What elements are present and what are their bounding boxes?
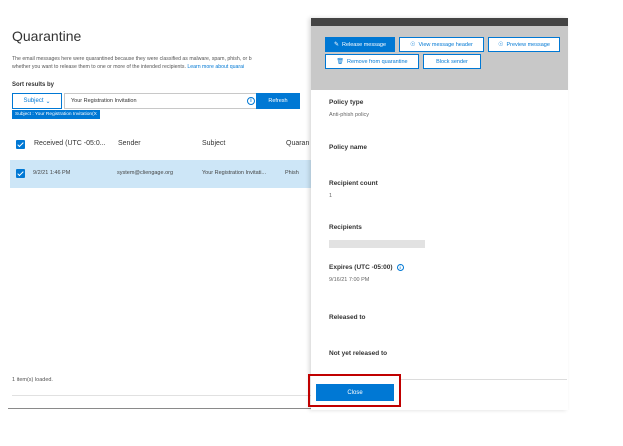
close-button[interactable]: Close — [316, 384, 394, 401]
pencil-icon: ✎ — [333, 42, 339, 48]
column-header-subject[interactable]: Subject — [202, 140, 225, 147]
preview-message-button[interactable]: ☉ Preview message — [488, 37, 560, 52]
recipient-count-label: Recipient count — [329, 180, 378, 187]
sort-row: Subject ⌄ Your Registration Invitation i… — [12, 93, 312, 109]
redacted-recipients — [329, 240, 425, 248]
remove-from-quarantine-button[interactable]: 🗑 Remove from quarantine — [325, 54, 419, 69]
table-header: Received (UTC -05:0... Sender Subject Qu… — [12, 138, 320, 152]
row-checkbox[interactable] — [16, 169, 25, 178]
quarantine-pane: Quarantine The email messages here were … — [0, 0, 320, 410]
subject-dropdown-label: Subject — [23, 98, 44, 104]
sort-label: Sort results by — [12, 82, 55, 88]
cell-received: 9/2/21 1:46 PM — [33, 170, 71, 176]
recipients-label: Recipients — [329, 224, 362, 231]
panel-toolbar: ✎ Release message ☉ View message header … — [311, 26, 568, 90]
eye-icon: ☉ — [498, 42, 504, 48]
learn-more-link[interactable]: Learn more about quarai — [187, 64, 244, 70]
release-message-label: Release message — [342, 41, 387, 48]
description-line-2: whether you want to release them to one … — [12, 63, 320, 71]
expires-label: Expires (UTC -05:00) i — [329, 264, 404, 271]
remove-from-quarantine-label: Remove from quarantine — [347, 58, 408, 65]
block-sender-button[interactable]: Block sender — [423, 54, 481, 69]
filter-chip[interactable]: Subject : Your Registration Invitation(X — [12, 110, 100, 119]
cell-subject: Your Registration Invitati... — [202, 170, 266, 176]
expires-label-text: Expires (UTC -05:00) — [329, 264, 393, 272]
search-input[interactable]: Your Registration Invitation i — [64, 93, 264, 109]
cell-quarantine-reason: Phish — [285, 170, 299, 176]
column-header-sender[interactable]: Sender — [118, 140, 141, 147]
cell-sender: system@cliengage.org — [117, 170, 174, 176]
description-line-2-text: whether you want to release them to one … — [12, 64, 186, 70]
table-row[interactable]: 9/2/21 1:46 PM system@cliengage.org Your… — [10, 160, 320, 188]
panel-footer-divider — [401, 379, 567, 380]
description-line-1: The email messages here were quarantined… — [12, 56, 252, 62]
not-yet-released-to-label: Not yet released to — [329, 350, 388, 357]
page-description: The email messages here were quarantined… — [12, 55, 320, 71]
message-details-panel: ✎ Release message ☉ View message header … — [311, 18, 568, 410]
info-icon[interactable]: i — [396, 264, 404, 271]
view-message-header-label: View message header — [418, 41, 473, 48]
release-message-button[interactable]: ✎ Release message — [325, 37, 395, 52]
trash-icon: 🗑 — [336, 59, 345, 65]
policy-type-label: Policy type — [329, 99, 364, 106]
page-title: Quarantine — [12, 28, 82, 44]
subject-dropdown[interactable]: Subject ⌄ — [12, 93, 62, 109]
policy-type-value: Anti-phish policy — [329, 112, 370, 118]
policy-name-label: Policy name — [329, 144, 367, 151]
preview-message-label: Preview message — [506, 41, 550, 48]
chevron-down-icon: ⌄ — [45, 98, 51, 105]
panel-top-bar — [311, 18, 568, 26]
items-loaded-status: 1 item(s) loaded. — [12, 377, 53, 383]
column-header-received[interactable]: Received (UTC -05:0... — [34, 140, 106, 147]
select-all-checkbox[interactable] — [16, 140, 25, 149]
eye-icon: ☉ — [410, 42, 416, 48]
refresh-button[interactable]: Refresh — [256, 93, 300, 109]
info-icon[interactable]: i — [247, 97, 255, 105]
released-to-label: Released to — [329, 314, 366, 321]
search-input-value: Your Registration Invitation — [71, 98, 137, 104]
view-message-header-button[interactable]: ☉ View message header — [399, 37, 484, 52]
expires-value: 9/16/21 7:00 PM — [329, 277, 370, 283]
list-bottom-divider — [12, 395, 312, 396]
column-header-quarantine-reason[interactable]: Quaran — [286, 140, 309, 147]
recipient-count-value: 1 — [329, 193, 333, 199]
